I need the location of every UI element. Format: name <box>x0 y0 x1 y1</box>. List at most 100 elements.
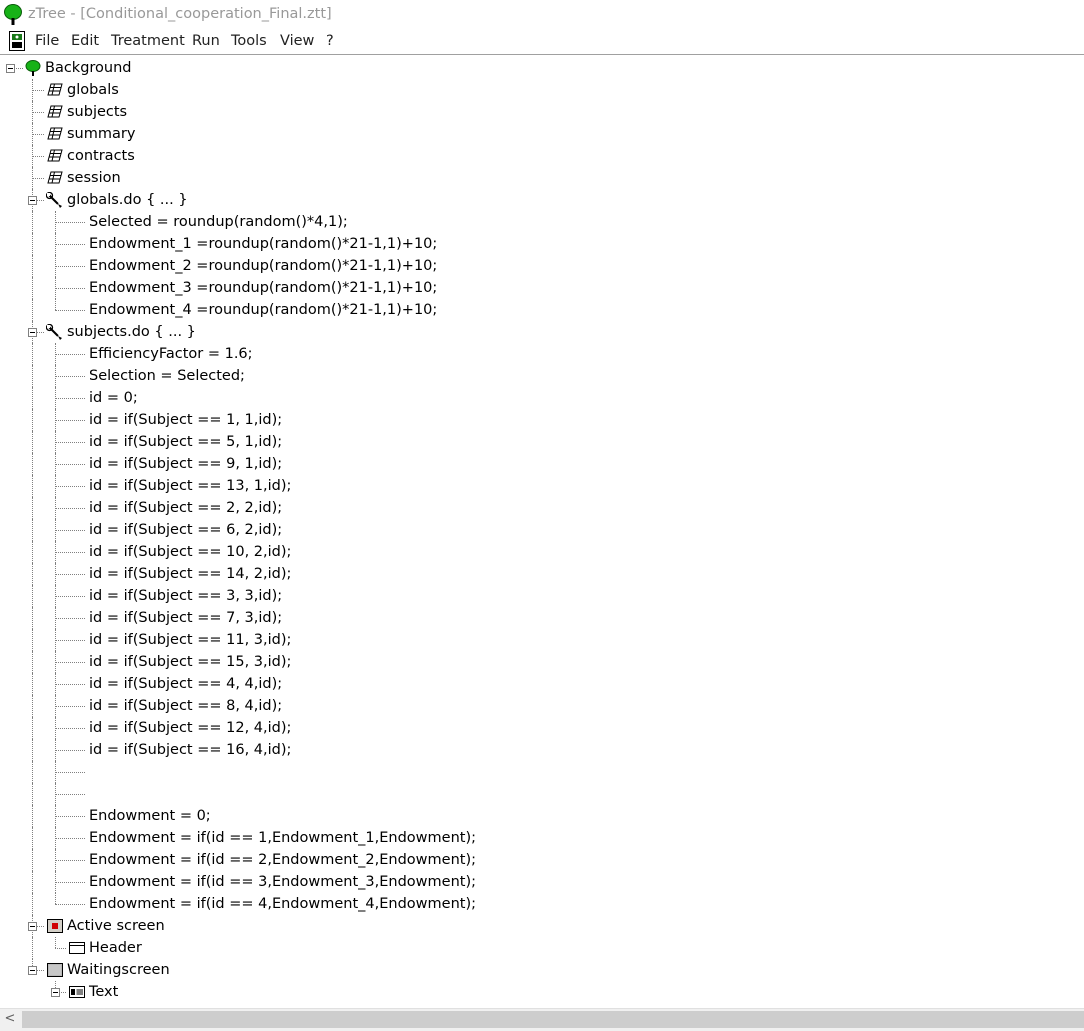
tree-node[interactable]: Active screen <box>0 915 1084 937</box>
tree-node-label: subjects <box>67 104 128 120</box>
tree-node[interactable]: Endowment_2 =roundup(random()*21-1,1)+10… <box>0 255 1084 277</box>
menu-bar: File Edit Treatment Run Tools View ? <box>0 30 1084 55</box>
tree-node[interactable] <box>0 761 1084 783</box>
tree-node[interactable]: Waitingscreen <box>0 959 1084 981</box>
tree-node[interactable]: id = if(Subject == 14, 2,id); <box>0 563 1084 585</box>
tree-node-label: globals <box>67 82 119 98</box>
tree-node-label: Header <box>89 940 142 956</box>
tree-node-label: Endowment_2 =roundup(random()*21-1,1)+10… <box>89 258 438 274</box>
tree-node[interactable]: id = if(Subject == 7, 3,id); <box>0 607 1084 629</box>
waiting-screen-icon <box>47 963 63 977</box>
tree-node[interactable]: subjects <box>0 101 1084 123</box>
tree-node-label: id = if(Subject == 6, 2,id); <box>89 522 283 538</box>
menu-tools[interactable]: Tools <box>231 33 267 49</box>
tree-node[interactable]: globals <box>0 79 1084 101</box>
tree-node-label: id = if(Subject == 12, 4,id); <box>89 720 292 736</box>
tree-node[interactable]: id = if(Subject == 16, 4,id); <box>0 739 1084 761</box>
tree-node[interactable]: Endowment = if(id == 2,Endowment_2,Endow… <box>0 849 1084 871</box>
tree-node-label: Background <box>45 60 132 76</box>
tree-node-label: summary <box>67 126 136 142</box>
tree-node[interactable]: Selection = Selected; <box>0 365 1084 387</box>
menu-edit[interactable]: Edit <box>71 33 99 49</box>
tree-node[interactable]: id = if(Subject == 5, 1,id); <box>0 431 1084 453</box>
tree-node[interactable]: Text <box>0 981 1084 1003</box>
tree-node-label: id = if(Subject == 14, 2,id); <box>89 566 292 582</box>
scroll-left-button[interactable]: < <box>0 1009 20 1031</box>
tree-node[interactable] <box>0 783 1084 805</box>
menu-view[interactable]: View <box>280 33 314 49</box>
tree-node[interactable]: id = if(Subject == 1, 1,id); <box>0 409 1084 431</box>
tree-node[interactable]: EfficiencyFactor = 1.6; <box>0 343 1084 365</box>
tree-node[interactable]: Endowment_3 =roundup(random()*21-1,1)+10… <box>0 277 1084 299</box>
tree-node[interactable]: Header <box>0 937 1084 959</box>
tree-node[interactable]: id = if(Subject == 13, 1,id); <box>0 475 1084 497</box>
tree-node[interactable]: globals.do { ... } <box>0 189 1084 211</box>
text-box-icon <box>69 986 85 998</box>
tree-node-label: id = if(Subject == 11, 3,id); <box>89 632 292 648</box>
tree-node[interactable]: id = if(Subject == 6, 2,id); <box>0 519 1084 541</box>
tree-node-label: contracts <box>67 148 135 164</box>
tree-node-label: subjects.do { ... } <box>67 324 196 340</box>
ztree-tree-icon <box>4 4 22 25</box>
tree-node[interactable]: id = if(Subject == 12, 4,id); <box>0 717 1084 739</box>
tree-node-label: id = if(Subject == 10, 2,id); <box>89 544 292 560</box>
box-icon <box>69 942 85 954</box>
tree-node-label: Endowment = if(id == 3,Endowment_3,Endow… <box>89 874 476 890</box>
tree-node[interactable]: Endowment = if(id == 3,Endowment_3,Endow… <box>0 871 1084 893</box>
tree-node[interactable]: Endowment_1 =roundup(random()*21-1,1)+10… <box>0 233 1084 255</box>
table-icon <box>47 149 63 162</box>
tree-node[interactable]: id = 0; <box>0 387 1084 409</box>
tree-node[interactable]: id = if(Subject == 8, 4,id); <box>0 695 1084 717</box>
tree-node-label: session <box>67 170 121 186</box>
menu-help[interactable]: ? <box>326 33 334 49</box>
tree-node-label: Active screen <box>67 918 165 934</box>
tree-node-label: id = if(Subject == 4, 4,id); <box>89 676 283 692</box>
treatment-tree[interactable]: Background globals subjects summary contract… <box>0 55 1084 1008</box>
tree-node[interactable]: id = if(Subject == 15, 3,id); <box>0 651 1084 673</box>
tree-node-label: Endowment = 0; <box>89 808 211 824</box>
tree-node-label: Endowment = if(id == 1,Endowment_1,Endow… <box>89 830 476 846</box>
tree-node-label: Endowment_4 =roundup(random()*21-1,1)+10… <box>89 302 438 318</box>
menu-treatment[interactable]: Treatment <box>111 33 185 49</box>
program-icon <box>46 324 62 340</box>
tree-node-label: id = if(Subject == 16, 4,id); <box>89 742 292 758</box>
tree-node-label: id = if(Subject == 5, 1,id); <box>89 434 283 450</box>
tree-node[interactable]: summary <box>0 123 1084 145</box>
horizontal-scrollbar[interactable]: < <box>0 1008 1084 1031</box>
tree-node[interactable]: Selected = roundup(random()*4,1); <box>0 211 1084 233</box>
tree-node[interactable]: contracts <box>0 145 1084 167</box>
table-icon <box>47 171 63 184</box>
active-screen-icon <box>47 919 63 933</box>
tree-node-label: id = if(Subject == 8, 4,id); <box>89 698 283 714</box>
scroll-thumb[interactable] <box>22 1011 1084 1028</box>
tree-node-label: id = if(Subject == 13, 1,id); <box>89 478 292 494</box>
tree-node-label: Selected = roundup(random()*4,1); <box>89 214 348 230</box>
tree-node[interactable]: id = if(Subject == 10, 2,id); <box>0 541 1084 563</box>
tree-node[interactable]: subjects.do { ... } <box>0 321 1084 343</box>
tree-node-label: Endowment_1 =roundup(random()*21-1,1)+10… <box>89 236 438 252</box>
tree-node[interactable]: id = if(Subject == 2, 2,id); <box>0 497 1084 519</box>
menu-run[interactable]: Run <box>192 33 220 49</box>
tree-node-label: Selection = Selected; <box>89 368 245 384</box>
tree-node-label: id = 0; <box>89 390 138 406</box>
tree-node[interactable]: Background <box>0 57 1084 79</box>
tree-node[interactable]: id = if(Subject == 9, 1,id); <box>0 453 1084 475</box>
tree-node[interactable]: Endowment = if(id == 4,Endowment_4,Endow… <box>0 893 1084 915</box>
tree-node-label: Endowment = if(id == 2,Endowment_2,Endow… <box>89 852 476 868</box>
tree-node-label: id = if(Subject == 1, 1,id); <box>89 412 283 428</box>
tree-node[interactable]: Endowment = if(id == 1,Endowment_1,Endow… <box>0 827 1084 849</box>
tree-node-label: id = if(Subject == 9, 1,id); <box>89 456 283 472</box>
tree-node[interactable]: id = if(Subject == 11, 3,id); <box>0 629 1084 651</box>
tree-node-label: EfficiencyFactor = 1.6; <box>89 346 253 362</box>
app-icon[interactable] <box>9 31 25 51</box>
tree-node[interactable]: id = if(Subject == 3, 3,id); <box>0 585 1084 607</box>
title-bar: zTree - [Conditional_cooperation_Final.z… <box>0 0 1084 30</box>
tree-node[interactable]: Endowment = 0; <box>0 805 1084 827</box>
tree-node[interactable]: Endowment_4 =roundup(random()*21-1,1)+10… <box>0 299 1084 321</box>
tree-node-label: Waitingscreen <box>67 962 170 978</box>
tree-node-label: id = if(Subject == 7, 3,id); <box>89 610 283 626</box>
tree-node[interactable]: session <box>0 167 1084 189</box>
tree-node[interactable]: id = if(Subject == 4, 4,id); <box>0 673 1084 695</box>
window-title: zTree - [Conditional_cooperation_Final.z… <box>28 6 332 22</box>
menu-file[interactable]: File <box>35 33 59 49</box>
